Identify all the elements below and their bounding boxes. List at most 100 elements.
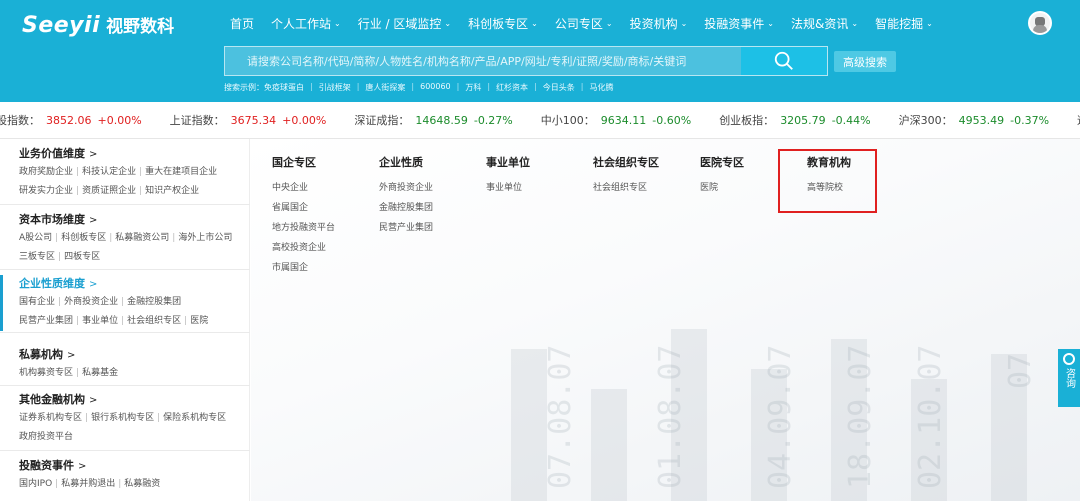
sidebar-section-title[interactable]: 企业性质维度 > [19,275,250,293]
ticker-item[interactable]: 深证成指： 14648.59 -0.27% [354,112,512,128]
sidebar-link[interactable]: 资质证照企业 [82,186,136,196]
category-heading[interactable]: 医院专区 [700,154,744,170]
ticker-item[interactable]: 沪深300： 4953.49 -0.37% [899,112,1049,128]
chevron-right-icon: > [78,461,87,472]
sidebar-link[interactable]: 社会组织专区 [127,316,181,326]
ticker-change: -0.60% [652,113,692,127]
sidebar-section-title[interactable]: 投融资事件 > [19,457,250,475]
link-separator: | [109,233,113,243]
search-example-link[interactable]: 红杉资本 [496,82,528,93]
sidebar-link[interactable]: 银行系机构专区 [91,413,154,423]
sidebar-section-title[interactable]: 资本市场维度 > [19,211,250,229]
ticker-item[interactable]: 上证指数： 3675.34 +0.00% [170,112,327,128]
sidebar-link[interactable]: 政府投资平台 [19,432,73,442]
sidebar-link[interactable]: 四板专区 [64,252,100,262]
category-item[interactable]: 民营产业集团 [379,218,433,238]
nav-item[interactable]: 公司专区 ⌄ [555,15,613,32]
ticker-item[interactable]: 创业板指： 3205.79 -0.44% [719,112,870,128]
brand-logo[interactable]: Seeyii 视野数科 [22,12,174,38]
sidebar-link-row: 国内IPO | 私募并购退出 | 私募融资 [19,475,250,494]
sidebar-link[interactable]: 事业单位 [82,316,118,326]
chevron-down-icon: ⌄ [680,19,688,28]
search-input[interactable] [225,47,741,75]
category-item[interactable]: 外商投资企业 [379,178,433,198]
sidebar-link[interactable]: 重大在建项目企业 [145,167,217,177]
search-example-link[interactable]: 马化腾 [589,82,613,93]
nav-item[interactable]: 智能挖掘 ⌄ [875,15,933,32]
sidebar-link[interactable]: 国有企业 [19,297,55,307]
nav-item[interactable]: 法规&资讯 ⌄ [791,15,858,32]
consult-label: 咨询 [1063,368,1075,388]
sidebar-link[interactable]: 科创板专区 [61,233,106,243]
consult-tab[interactable]: 咨询 [1058,349,1080,407]
user-avatar[interactable] [1028,11,1052,35]
sidebar-divider [0,332,250,333]
sidebar-link[interactable]: 私募融资公司 [115,233,169,243]
section-title-text: 私募机构 [19,348,63,361]
bg-digit-label: 02.10.07 [913,344,948,490]
sidebar-section-title[interactable]: 业务价值维度 > [19,145,250,163]
nav-item[interactable]: 投融资事件 ⌄ [704,15,774,32]
sidebar-link[interactable]: 机构募资专区 [19,368,73,378]
category-column: 社会组织专区 社会组织专区 [593,154,659,198]
nav-item[interactable]: 投资机构 ⌄ [630,15,688,32]
ticker-name: 创业板指： [719,114,775,127]
ticker-item[interactable]: 中小100： 9634.11 -0.60% [541,112,691,128]
sidebar-link[interactable]: 保险系机构专区 [163,413,226,423]
sidebar-link[interactable]: 国内IPO [19,479,52,489]
search-example-link[interactable]: 600060 [420,82,451,93]
market-ticker: 股指数： 3852.06 +0.00% 上证指数： 3675.34 +0.00% 深证成指：… [0,102,1080,139]
category-item[interactable]: 社会组织专区 [593,178,659,198]
category-item[interactable]: 高校投资企业 [272,238,335,258]
search-example-link[interactable]: 万科 [465,82,481,93]
category-heading[interactable]: 社会组织专区 [593,154,659,170]
category-item[interactable]: 省属国企 [272,198,335,218]
sidebar-link[interactable]: 金融控股集团 [127,297,181,307]
search-button[interactable] [741,47,827,75]
nav-item[interactable]: 首页 [230,15,254,32]
sidebar-link[interactable]: 研发实力企业 [19,186,73,196]
category-heading[interactable]: 企业性质 [379,154,433,170]
sidebar-link[interactable]: 外商投资企业 [64,297,118,307]
category-item[interactable]: 地方投融资平台 [272,218,335,238]
example-separator: | [456,82,460,91]
ticker-value: 9634.11 [600,113,647,127]
sidebar-link[interactable]: 民营产业集团 [19,316,73,326]
sidebar-link[interactable]: 医院 [190,316,208,326]
nav-item[interactable]: 科创板专区 ⌄ [468,15,538,32]
search-example-link[interactable]: 唐人街探案 [365,82,405,93]
sidebar-section: 其他金融机构 > 证券系机构专区 | 银行系机构专区 | 保险系机构专区 政府投资平台 [0,391,250,447]
link-separator: | [139,167,143,177]
nav-item-label: 首页 [230,17,255,31]
nav-item-label: 科创板专区 [468,17,529,31]
advanced-search-button[interactable]: 高级搜索 [834,51,896,72]
search-example-link[interactable]: 免疫球蛋白 [264,82,304,93]
nav-item[interactable]: 行业 / 区域监控 ⌄ [358,15,451,32]
sidebar-link[interactable]: 私募并购退出 [61,479,115,489]
ticker-item[interactable]: 股指数： 3852.06 +0.00% [0,112,142,128]
sidebar-link[interactable]: 知识产权企业 [145,186,199,196]
category-item[interactable]: 中央企业 [272,178,335,198]
sidebar-link[interactable]: 私募融资 [124,479,160,489]
category-heading[interactable]: 事业单位 [486,154,530,170]
category-item[interactable]: 市属国企 [272,258,335,278]
search-example-link[interactable]: 引战框架 [319,82,351,93]
sidebar-link[interactable]: A股公司 [19,233,52,243]
sidebar-link[interactable]: 政府奖励企业 [19,167,73,177]
sidebar-link[interactable]: 海外上市公司 [178,233,232,243]
sidebar-section-title[interactable]: 私募机构 > [19,346,250,364]
category-item[interactable]: 金融控股集团 [379,198,433,218]
category-item[interactable]: 事业单位 [486,178,530,198]
nav-item[interactable]: 个人工作站 ⌄ [271,15,341,32]
link-separator: | [121,297,125,307]
category-item[interactable]: 医院 [700,178,744,198]
nav-item-label: 法规&资讯 [791,17,849,31]
sidebar-link[interactable]: 三板专区 [19,252,55,262]
category-heading[interactable]: 国企专区 [272,154,335,170]
search-example-link[interactable]: 今日头条 [543,82,575,93]
sidebar-link[interactable]: 证券系机构专区 [19,413,82,423]
sidebar-section-title[interactable]: 其他金融机构 > [19,391,250,409]
sidebar-link[interactable]: 私募基金 [82,368,118,378]
sidebar-link[interactable]: 科技认定企业 [82,167,136,177]
sidebar-links: 国有企业 | 外商投资企业 | 金融控股集团 民营产业集团 | 事业单位 | 社会组织专区 | 医院 [19,293,250,331]
